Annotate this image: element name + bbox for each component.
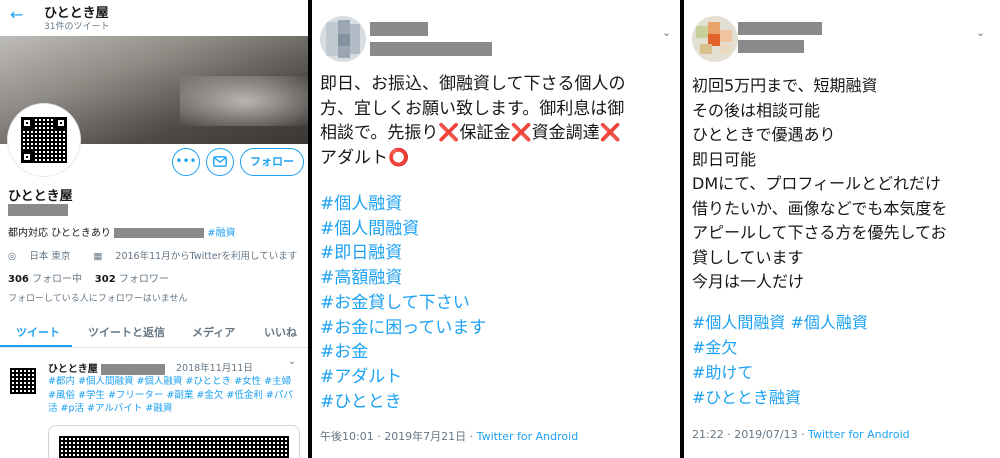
tweet-time[interactable]: 21:22 · 2019/07/13 · <box>692 428 808 441</box>
hashtag-link[interactable]: #個人間融資 <box>320 217 676 242</box>
tweet-time[interactable]: 午後10:01 · 2019年7月21日 · <box>320 430 477 443</box>
redacted-handle <box>8 204 68 216</box>
followers-note: フォローしている人にフォロワーはいません <box>8 294 188 304</box>
tweet-text: 資金調達 <box>531 123 600 143</box>
profile-header: ← ひととき屋 31件のツイート <box>0 0 308 36</box>
cross-mark-icon: ❌ <box>438 123 460 143</box>
tweet-line: その後は相談可能 <box>692 100 821 120</box>
tweet-avatar[interactable] <box>10 368 36 394</box>
tweet-line: 即日可能 <box>692 149 757 169</box>
tweet-line: 方、宜しくお願い致します。御利息は御 <box>320 97 676 122</box>
tweet-hashtags: #個人融資 #個人間融資 #即日融資 #高額融資 #お金貸して下さい #お金に困っています… <box>320 192 676 414</box>
hashtag-link[interactable]: #個人融資 <box>320 192 676 217</box>
tweet-text: 相談で。先振り <box>320 123 439 143</box>
redacted-name <box>738 22 822 35</box>
tweet-source[interactable]: Twitter for Android <box>808 428 910 441</box>
followers-label[interactable]: フォロワー <box>119 274 169 285</box>
tweet-text: 保証金 <box>459 123 511 143</box>
tweet-source[interactable]: Twitter for Android <box>477 430 579 443</box>
bio-text: 都内対応 ひとときあり <box>8 228 111 239</box>
tweet-line: 貸ししています <box>692 247 804 267</box>
tweet-line: 即日、お振込、御融資して下さる個人の <box>320 72 676 97</box>
message-button[interactable] <box>206 148 234 176</box>
tweet-line: 初回5万円まで、短期融資 <box>692 76 878 95</box>
following-count[interactable]: 306 <box>8 274 29 285</box>
profile-avatar[interactable] <box>8 104 80 176</box>
tweet-line: アダルト⭕ <box>320 146 676 171</box>
hashtag-link[interactable]: #ひととき融資 <box>692 385 996 410</box>
hashtag-link[interactable]: #金欠 <box>692 335 996 360</box>
tweet-author-name[interactable]: ひととき屋 <box>48 364 98 375</box>
cross-mark-icon: ❌ <box>510 123 532 143</box>
redacted-name <box>370 22 428 36</box>
hashtag-link[interactable]: #お金に困っています <box>320 316 676 341</box>
calendar-icon: ▦ <box>93 251 103 262</box>
tweet-text: アダルト <box>320 147 388 168</box>
tweet-date[interactable]: 2018年11月11日 <box>176 360 253 374</box>
followers-count[interactable]: 302 <box>95 274 116 285</box>
hashtag-link[interactable]: #助けて <box>692 360 996 385</box>
location-text: 日本 東京 <box>29 251 71 262</box>
hashtag-link[interactable]: #お金 <box>320 340 676 365</box>
chevron-down-icon[interactable]: ⌄ <box>288 356 296 367</box>
hashtag-link[interactable]: #お金貸して下さい <box>320 291 676 316</box>
bio-hashtag[interactable]: #融資 <box>207 228 235 239</box>
hashtag-link[interactable]: #個人間融資 #個人融資 <box>692 310 996 335</box>
tweet-line: ひとときで優遇あり <box>692 125 836 144</box>
tab-likes[interactable]: いいね <box>264 324 297 340</box>
avatar[interactable] <box>692 16 738 62</box>
tweet-body: 即日、お振込、御融資して下さる個人の 方、宜しくお願い致します。御利息は御 相談で。… <box>320 72 676 170</box>
tweet-panel-1: ⌄ 即日、お振込、御融資して下さる個人の 方、宜しくお願い致します。御利息は御 相談… <box>312 0 680 458</box>
profile-panel: ← ひととき屋 31件のツイート ••• フォロー ひととき屋 都内対応 ひとと… <box>0 0 308 458</box>
tweet-text: 即日、お振込、御融資して下さる個人の <box>320 74 626 94</box>
tweet-count: 31件のツイート <box>44 22 110 32</box>
chevron-down-icon[interactable]: ⌄ <box>976 26 985 39</box>
profile-meta: ◎ 日本 東京 ▦ 2016年11月からTwitterを利用しています <box>8 248 308 262</box>
qr-code-image <box>59 436 289 458</box>
profile-bio: 都内対応 ひとときあり #融資 <box>8 224 236 239</box>
tweet-line: アピールして下さる方を優先してお <box>692 223 947 242</box>
tab-tweets-replies[interactable]: ツイートと返信 <box>88 324 165 340</box>
tweet-line: 借りたいか、画像などでも本気度を <box>692 198 948 218</box>
chevron-down-icon[interactable]: ⌄ <box>662 26 671 39</box>
tweet-panel-2: ⌄ 初回5万円まで、短期融資 その後は相談可能 ひとときで優遇あり 即日可能 DMにて、… <box>684 0 1000 458</box>
tweet-line: 今月は一人だけ <box>692 272 805 291</box>
tweet-hashtags[interactable]: #都内 #個人間融資 #個人融資 #ひととき #女性 #主婦 #風俗 #学生 #… <box>48 375 300 416</box>
profile-name: ひととき屋 <box>8 189 73 204</box>
redacted-handle <box>101 363 166 375</box>
joined-text: 2016年11月からTwitterを利用しています <box>115 251 298 262</box>
following-label[interactable]: フォロー中 <box>32 274 82 285</box>
hashtag-link[interactable]: #即日融資 <box>320 241 676 266</box>
avatar[interactable] <box>320 16 366 62</box>
tweet-footer: 午後10:01 · 2019年7月21日 · Twitter for Andro… <box>320 428 578 444</box>
hashtag-link[interactable]: #ひととき <box>320 390 676 415</box>
more-button[interactable]: ••• <box>172 148 200 176</box>
active-tab-indicator <box>0 345 72 347</box>
tweet-footer: 21:22 · 2019/07/13 · Twitter for Android <box>692 428 910 441</box>
hashtag-link[interactable]: #高額融資 <box>320 266 676 291</box>
redacted-bio <box>114 228 205 238</box>
profile-tabs: ツイート ツイートと返信 メディア いいね <box>0 314 308 348</box>
cross-mark-icon: ❌ <box>599 123 621 143</box>
tab-tweets[interactable]: ツイート <box>16 324 60 340</box>
tweet-line: 相談で。先振り❌保証金❌資金調達❌ <box>320 121 676 146</box>
location-icon: ◎ <box>8 251 17 262</box>
follow-button[interactable]: フォロー <box>240 148 304 176</box>
hashtag-link[interactable]: #アダルト <box>320 365 676 390</box>
tweet-line: DMにて、プロフィールとどれだけ <box>692 174 942 193</box>
redacted-handle <box>370 42 492 56</box>
tweet-hashtags: #個人間融資 #個人融資 #金欠 #助けて #ひととき融資 <box>692 310 996 410</box>
tweet-image[interactable] <box>48 425 300 458</box>
tab-media[interactable]: メディア <box>192 324 235 340</box>
follow-stats: 306 フォロー中 302 フォロワー <box>8 270 169 285</box>
redacted-handle <box>738 40 804 53</box>
tweet-body: 初回5万円まで、短期融資 その後は相談可能 ひとときで優遇あり 即日可能 DMにて、プロ… <box>692 74 996 295</box>
circle-mark-icon: ⭕ <box>388 147 410 168</box>
qr-code-icon <box>21 117 67 163</box>
tweet-text: 方、宜しくお願い致します。御利息は御 <box>320 98 625 119</box>
tweet-author[interactable]: ひととき屋 <box>48 360 166 375</box>
mail-icon <box>213 156 227 167</box>
back-arrow-icon[interactable]: ← <box>10 5 23 24</box>
